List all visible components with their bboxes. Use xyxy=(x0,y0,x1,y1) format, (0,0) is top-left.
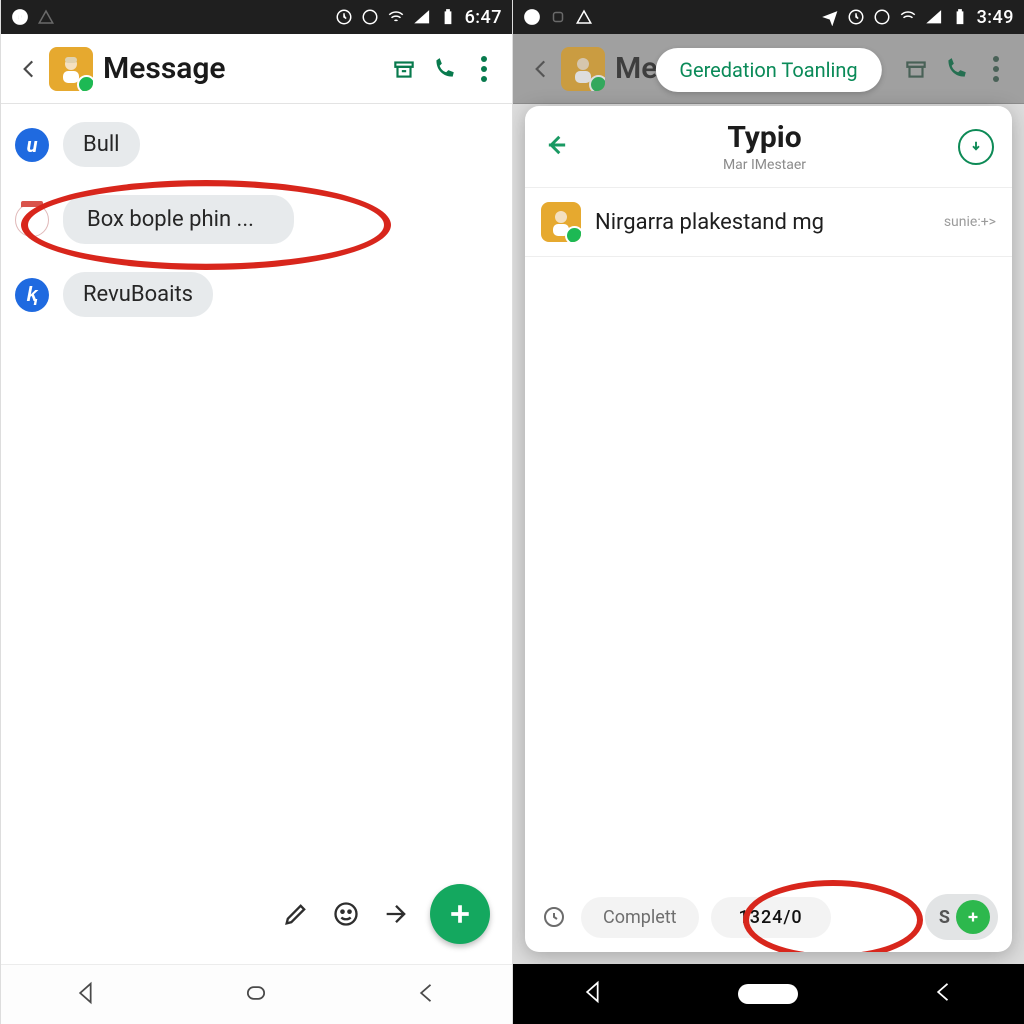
sticker-icon[interactable] xyxy=(330,898,362,930)
phone-right: 3:49 Mess Geredation Toanling Typio Mar … xyxy=(512,0,1024,1024)
svg-text:u: u xyxy=(18,13,23,23)
archive-button[interactable] xyxy=(384,49,424,89)
result-row[interactable]: Nirgarra plakestand mg sunie:+> xyxy=(525,187,1012,257)
card-back-button[interactable] xyxy=(543,131,571,163)
nav-back-icon[interactable] xyxy=(579,978,607,1010)
chat-title: Message xyxy=(103,51,384,86)
footer-s-label: S xyxy=(939,907,950,928)
nav-back-icon[interactable] xyxy=(72,979,100,1011)
footer-label-pill[interactable]: Complett xyxy=(581,897,699,938)
footer-value-pill[interactable]: 1324/0 xyxy=(711,897,831,938)
nav-home-icon[interactable] xyxy=(738,984,798,1004)
typio-card: Typio Mar IMestaer Nirgarra plakestand m… xyxy=(525,106,1012,952)
android-nav-bar xyxy=(1,964,512,1024)
wifi-icon xyxy=(899,8,917,26)
footer-action-group[interactable]: S xyxy=(925,894,998,940)
status-app-icon: u xyxy=(11,8,29,26)
download-button[interactable] xyxy=(958,129,994,165)
battery-icon xyxy=(439,8,457,26)
overflow-menu[interactable] xyxy=(464,49,504,89)
plane-icon xyxy=(821,8,839,26)
sender-avatar: u xyxy=(15,128,49,162)
android-nav-bar xyxy=(513,964,1024,1024)
signal-icon xyxy=(925,8,943,26)
sync-icon xyxy=(335,8,353,26)
card-subtitle: Mar IMestaer xyxy=(571,157,958,173)
phone-left: u 6:47 Message u Bull Box bople phin ... xyxy=(0,0,512,1024)
message-bubble: Box bople phin ... xyxy=(63,195,294,244)
compose-fab[interactable] xyxy=(430,884,490,944)
nav-recent-icon[interactable] xyxy=(930,978,958,1010)
battery-icon xyxy=(951,8,969,26)
message-bubble: RevuBoaits xyxy=(63,272,213,317)
message-row[interactable]: Box bople phin ... xyxy=(15,195,498,244)
clock-icon xyxy=(873,8,891,26)
message-row[interactable]: u Bull xyxy=(15,122,498,167)
status-time: 6:47 xyxy=(465,7,502,28)
signal-icon xyxy=(413,8,431,26)
message-row[interactable]: ⱪ RevuBoaits xyxy=(15,272,498,317)
send-arrow-icon[interactable] xyxy=(380,898,412,930)
status-dim-icon xyxy=(549,8,567,26)
message-bubble: Bull xyxy=(63,122,140,167)
history-icon[interactable] xyxy=(539,902,569,932)
status-bar: 3:49 xyxy=(513,0,1024,34)
tooltip-pill: Geredation Toanling xyxy=(655,48,881,92)
status-time: 3:49 xyxy=(977,7,1014,28)
contact-avatar[interactable] xyxy=(49,47,93,91)
status-app-icon xyxy=(523,8,541,26)
row-text: Nirgarra plakestand mg xyxy=(595,210,930,235)
sync-icon xyxy=(847,8,865,26)
add-fab[interactable] xyxy=(956,900,990,934)
edit-icon[interactable] xyxy=(280,898,312,930)
card-footer: Complett 1324/0 S xyxy=(525,882,1012,952)
chat-body: u Bull Box bople phin ... ⱪ RevuBoaits xyxy=(1,104,512,363)
card-title: Typio xyxy=(571,120,958,155)
compose-bar xyxy=(1,874,512,954)
wifi-icon xyxy=(387,8,405,26)
sender-avatar: ⱪ xyxy=(15,278,49,312)
call-button[interactable] xyxy=(424,49,464,89)
row-avatar xyxy=(541,202,581,242)
signal-muted-icon xyxy=(37,8,55,26)
sender-avatar xyxy=(15,203,49,237)
signal-muted-icon xyxy=(575,8,593,26)
chat-header: Message xyxy=(1,34,512,104)
clock-icon xyxy=(361,8,379,26)
back-button[interactable] xyxy=(9,49,49,89)
row-meta: sunie:+> xyxy=(944,214,996,230)
card-body xyxy=(525,257,1012,882)
status-bar: u 6:47 xyxy=(1,0,512,34)
nav-recent-icon[interactable] xyxy=(413,979,441,1011)
nav-home-icon[interactable] xyxy=(242,979,270,1011)
